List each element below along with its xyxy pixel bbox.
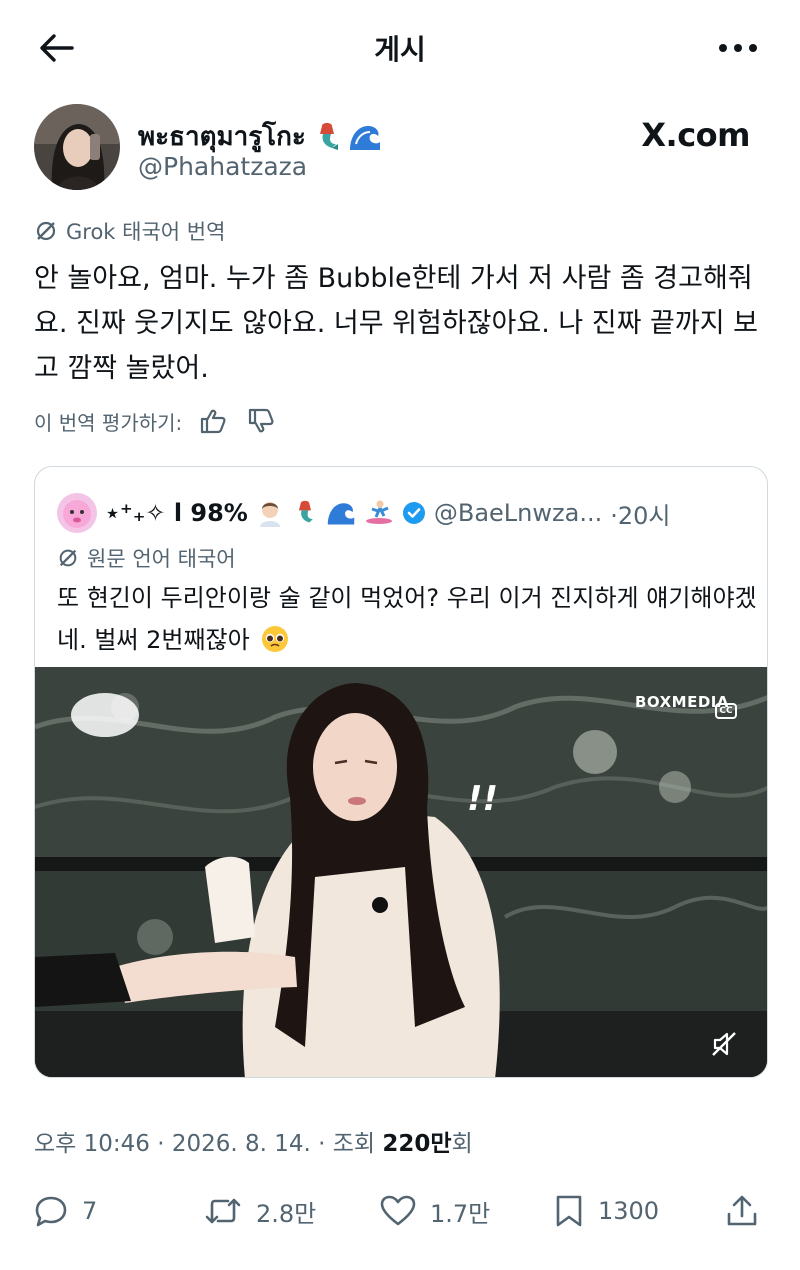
quoted-handle[interactable]: @BaeLnwza... bbox=[434, 499, 602, 527]
top-bar: 게시 bbox=[0, 0, 800, 96]
quoted-text: 또 현긴이 두리안이랑 술 같이 먹었어? 우리 이거 진지하게 얘기해야겠네.… bbox=[57, 584, 757, 654]
tweet-text: 안 놀아요, 엄마. 누가 좀 Bubble한테 가서 저 사람 좀 경고해줘요… bbox=[34, 263, 758, 384]
rate-translation: 이 번역 평가하기: bbox=[34, 404, 278, 438]
translate-slash-icon bbox=[59, 549, 77, 567]
tweet-author: พะธาตุมารูโกะ @Phahatzaza X.com bbox=[34, 104, 764, 194]
thumbs-down-button[interactable] bbox=[244, 404, 278, 438]
captions-button[interactable]: CC bbox=[715, 703, 737, 719]
video-frame bbox=[35, 667, 767, 1077]
mute-button[interactable] bbox=[709, 1029, 739, 1059]
more-options-button[interactable] bbox=[716, 30, 760, 66]
video-player[interactable]: BOXMEDIA CC !! bbox=[35, 667, 767, 1077]
repost-icon bbox=[205, 1198, 241, 1224]
view-count: 220만 bbox=[382, 1131, 452, 1157]
speaker-muted-icon bbox=[712, 1032, 736, 1056]
translate-slash-icon bbox=[36, 221, 56, 241]
bookmark-button[interactable]: 1300 bbox=[554, 1186, 659, 1236]
tweet-meta: 오후 10:46 · 2026. 8. 14. · 조회 220만회 bbox=[34, 1131, 473, 1157]
video-overlay-text: !! bbox=[467, 779, 499, 819]
share-button[interactable] bbox=[726, 1186, 758, 1236]
page-title: 게시 bbox=[374, 33, 426, 66]
pleading-face-emoji-icon bbox=[262, 626, 289, 652]
quoted-avatar[interactable] bbox=[57, 493, 97, 533]
repost-button[interactable]: 2.8만 bbox=[204, 1186, 316, 1236]
translation-source: Grok 태국어 번역 bbox=[34, 216, 225, 246]
quoted-translation-source: 원문 언어 태국어 bbox=[57, 543, 236, 573]
thumbs-up-button[interactable] bbox=[196, 404, 230, 438]
action-bar: 7 2.8만 1.7만 1300 bbox=[34, 1186, 764, 1236]
thumbs-up-icon bbox=[201, 409, 226, 434]
mermaid-emoji-icon bbox=[298, 500, 313, 523]
reply-button[interactable]: 7 bbox=[34, 1186, 97, 1236]
reply-icon bbox=[35, 1196, 67, 1227]
quoted-time: ·20시 bbox=[610, 501, 671, 530]
quoted-tweet[interactable]: ⋆⁺₊✧ l 98% @BaeLnwza... ·20시 원문 언어 태국어 또… bbox=[34, 466, 768, 1078]
share-icon bbox=[727, 1195, 757, 1226]
wave-emoji-icon bbox=[349, 125, 380, 150]
quoted-author: ⋆⁺₊✧ l 98% @BaeLnwza... ·20시 bbox=[57, 493, 751, 533]
rate-label: 이 번역 평가하기: bbox=[34, 410, 183, 435]
author-handle[interactable]: @Phahatzaza bbox=[138, 152, 307, 181]
more-dots-icon bbox=[719, 44, 757, 52]
verified-badge-icon bbox=[402, 502, 425, 524]
mermaid-emoji-icon bbox=[319, 122, 338, 150]
bookmark-icon bbox=[556, 1195, 582, 1227]
x-com-logo: X.com bbox=[641, 116, 750, 154]
thumbs-down-icon bbox=[249, 408, 274, 433]
person-emoji-icon bbox=[259, 502, 280, 527]
heart-icon bbox=[380, 1195, 416, 1226]
quoted-name[interactable]: ⋆⁺₊✧ l 98% bbox=[105, 499, 248, 527]
author-name[interactable]: พะธาตุมารูโกะ bbox=[138, 116, 382, 157]
surfer-emoji-icon bbox=[365, 500, 392, 524]
wave-emoji-icon bbox=[327, 503, 355, 525]
like-button[interactable]: 1.7만 bbox=[380, 1186, 490, 1236]
avatar[interactable] bbox=[34, 104, 120, 190]
